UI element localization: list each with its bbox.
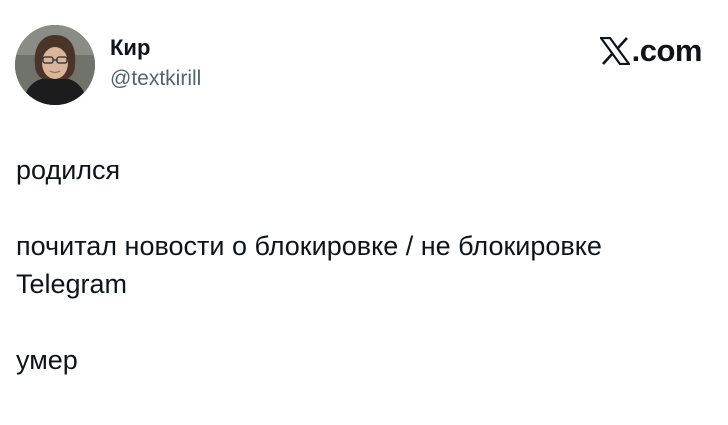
tweet-card: Кир @textkirill .com родился почитал нов… [0, 0, 728, 425]
tweet-text: родился почитал новости о блокировке / н… [16, 151, 716, 379]
tweet-spacer [16, 303, 716, 341]
tweet-line: Telegram [16, 269, 128, 299]
avatar-photo [15, 25, 95, 105]
x-brand: .com [599, 33, 703, 68]
tweet-line: почитал новости о блокировке / не блокир… [16, 231, 602, 261]
author-handle[interactable]: @textkirill [110, 66, 201, 92]
x-logo-icon [599, 37, 630, 65]
avatar[interactable] [15, 25, 95, 105]
tweet-line: умер [16, 345, 78, 375]
author-name[interactable]: Кир [110, 34, 150, 62]
tweet-line: родился [16, 155, 121, 185]
brand-domain: .com [631, 33, 703, 68]
tweet-spacer [16, 189, 716, 227]
